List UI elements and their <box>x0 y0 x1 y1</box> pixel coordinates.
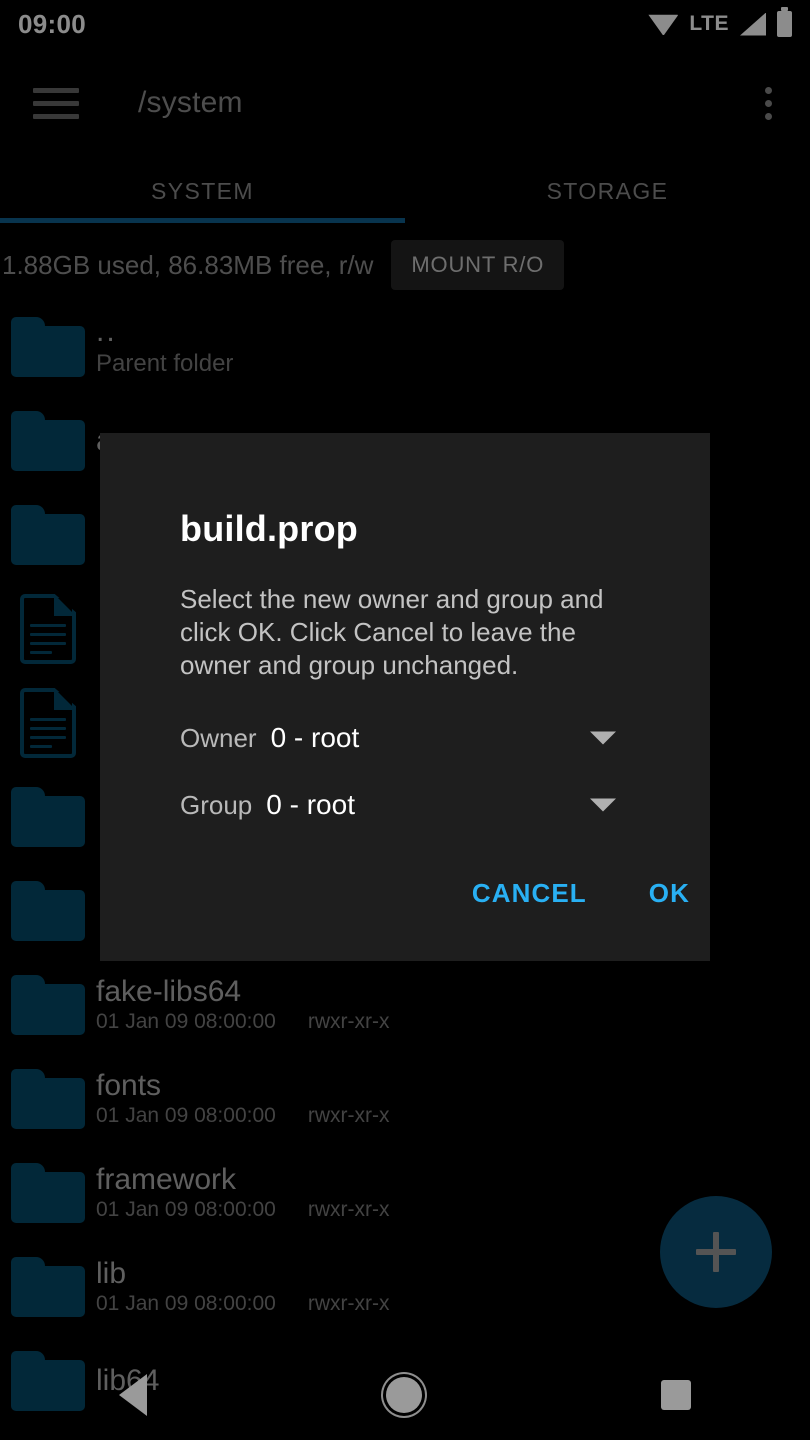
recents-icon[interactable] <box>660 1380 691 1410</box>
change-owner-dialog: build.prop Select the new owner and grou… <box>100 433 710 961</box>
cancel-button[interactable]: CANCEL <box>472 878 587 909</box>
group-spinner[interactable]: Group 0 - root <box>180 778 630 832</box>
owner-spinner[interactable]: Owner 0 - root <box>180 711 630 765</box>
dialog-message: Select the new owner and group and click… <box>180 584 604 680</box>
home-icon[interactable] <box>385 1377 422 1413</box>
chevron-down-icon <box>590 798 616 812</box>
chevron-down-icon <box>590 731 616 745</box>
dialog-title: build.prop <box>180 508 358 549</box>
owner-value: 0 - root <box>270 722 360 753</box>
dialog-action-bar: CANCEL OK <box>472 878 690 909</box>
ok-button[interactable]: OK <box>649 878 690 909</box>
group-value: 0 - root <box>266 789 355 820</box>
system-navigation-bar <box>0 1350 810 1440</box>
group-label: Group <box>180 789 253 820</box>
back-icon[interactable] <box>119 1374 148 1416</box>
app-screen: 09:00 LTE /system SYSTEM STORAGE 1.88GB … <box>0 0 810 1440</box>
owner-label: Owner <box>180 722 257 753</box>
